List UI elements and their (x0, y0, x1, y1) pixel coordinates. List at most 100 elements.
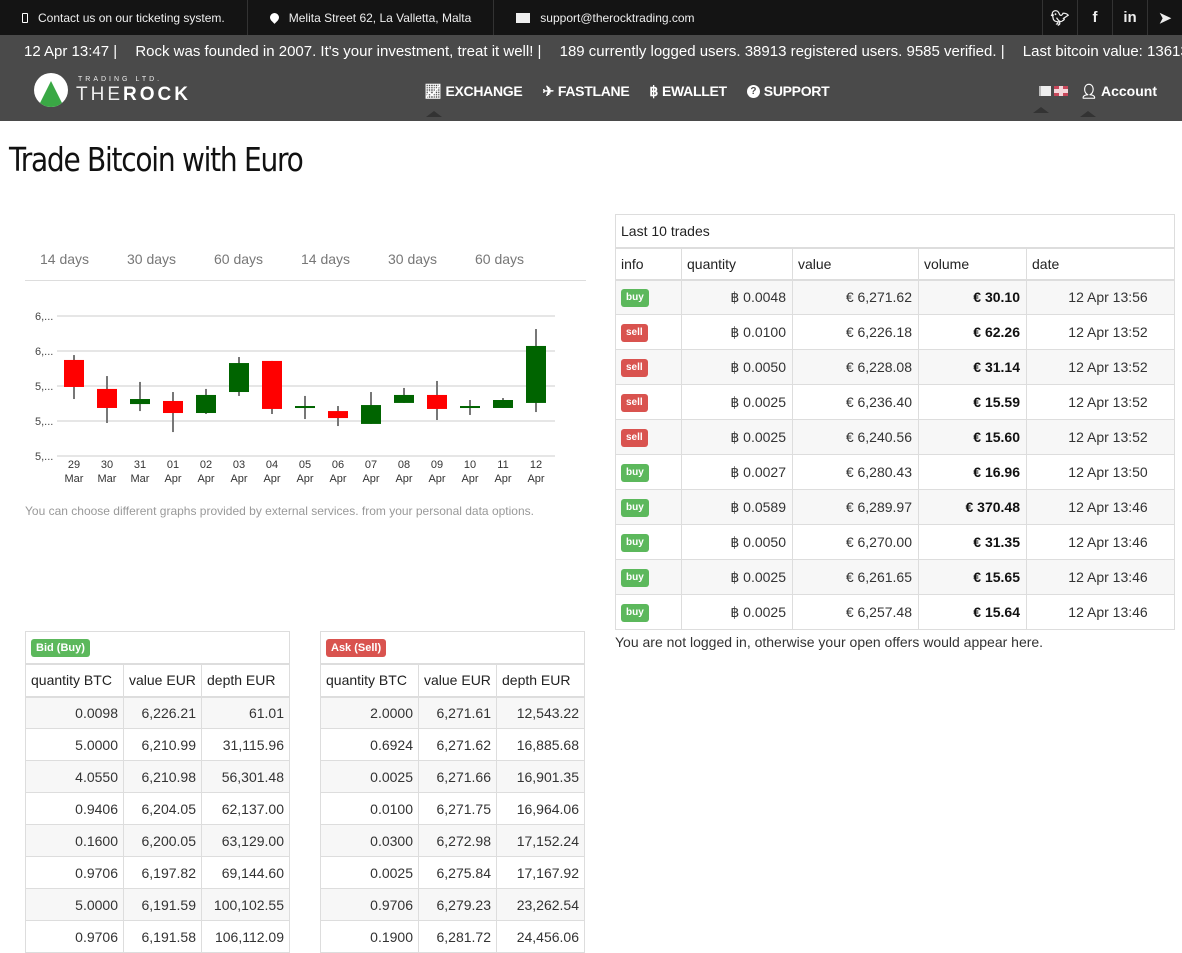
linkedin-icon[interactable]: in (1112, 0, 1147, 35)
trade-value: € 6,270.00 (792, 524, 919, 560)
address-item: Melita Street 62, La Valletta, Malta (248, 0, 495, 35)
ask-row[interactable]: 0.1900 6,281.72 24,456.06 (320, 920, 585, 953)
bid-row[interactable]: 0.1600 6,200.05 63,129.00 (25, 824, 290, 857)
mobile-icon (22, 12, 28, 23)
trade-quantity: ฿ 0.0027 (681, 454, 793, 490)
candle-body (262, 360, 282, 409)
x-tick-day: 12 (530, 459, 542, 471)
ask-row[interactable]: 0.0300 6,272.98 17,152.24 (320, 824, 585, 857)
trade-value: € 6,240.56 (792, 419, 919, 455)
twitter-icon[interactable]: 🐦︎ (1042, 0, 1077, 35)
facebook-icon[interactable]: f (1077, 0, 1112, 35)
trade-row: buy ฿ 0.0027 € 6,280.43 € 16.96 12 Apr 13:50 (615, 454, 1175, 490)
ask-row[interactable]: 0.0100 6,271.75 16,964.06 (320, 792, 585, 825)
ask-row[interactable]: 2.0000 6,271.61 12,543.22 (320, 696, 585, 729)
x-tick-day: 30 (101, 459, 113, 471)
main-navbar: TRADING LTD. THEROCK 📈︎ EXCHANGE ✈︎ FAST… (0, 68, 1182, 121)
trade-volume: € 15.65 (918, 559, 1027, 595)
candle-body (394, 394, 414, 403)
therock-logo[interactable]: TRADING LTD. THEROCK (34, 71, 188, 109)
bid-row[interactable]: 0.9406 6,204.05 62,137.00 (25, 792, 290, 825)
trade-quantity: ฿ 0.0050 (681, 524, 793, 560)
bid-row[interactable]: 0.9706 6,197.82 69,144.60 (25, 856, 290, 889)
ask-value: 6,271.66 (418, 760, 497, 793)
y-tick-label: 6,... (35, 346, 53, 358)
ask-quantity: 0.0300 (320, 824, 419, 857)
trade-date: 12 Apr 13:46 (1026, 594, 1175, 630)
tab-30-days-alt[interactable]: 30 days (373, 243, 459, 280)
ask-quantity: 0.0025 (320, 760, 419, 793)
ask-depth: 17,167.92 (496, 856, 585, 889)
contact-text[interactable]: Contact us on our ticketing system. (38, 11, 225, 25)
bid-quantity: 0.9706 (25, 856, 124, 889)
trade-type-badge: buy (621, 604, 649, 622)
line-chart-icon: 📈︎ (424, 82, 442, 99)
tab-60-days-alt[interactable]: 60 days (460, 243, 546, 280)
ask-depth: 16,901.35 (496, 760, 585, 793)
ask-row[interactable]: 0.6924 6,271.62 16,885.68 (320, 728, 585, 761)
x-tick-month: Apr (329, 473, 346, 485)
x-tick-month: Apr (527, 473, 544, 485)
tab-60-days[interactable]: 60 days (199, 243, 285, 280)
bid-row[interactable]: 5.0000 6,210.99 31,115.96 (25, 728, 290, 761)
y-tick-label: 5,... (35, 381, 53, 393)
ask-value: 6,275.84 (418, 856, 497, 889)
bid-row[interactable]: 0.9706 6,191.58 106,112.09 (25, 920, 290, 953)
bid-depth: 62,137.00 (201, 792, 290, 825)
last-trades-table: Last 10 trades info quantity value volum… (615, 214, 1175, 630)
x-tick-month: Apr (461, 473, 478, 485)
nav-fastlane[interactable]: ✈︎ FASTLANE (542, 83, 629, 100)
ticker-slogan: Rock was founded in 2007. It's your inve… (135, 43, 542, 60)
trade-volume: € 15.59 (918, 384, 1027, 420)
ask-row[interactable]: 0.9706 6,279.23 23,262.54 (320, 888, 585, 921)
x-tick-day: 31 (134, 459, 146, 471)
email-item[interactable]: support@therocktrading.com (494, 0, 716, 35)
telegram-icon[interactable]: ➤ (1147, 0, 1182, 35)
trade-type-badge: buy (621, 464, 649, 482)
language-selector[interactable] (1032, 86, 1068, 113)
bid-row[interactable]: 0.0098 6,226.21 61.01 (25, 696, 290, 729)
trade-date: 12 Apr 13:56 (1026, 279, 1175, 315)
ask-row[interactable]: 0.0025 6,275.84 17,167.92 (320, 856, 585, 889)
trade-volume: € 62.26 (918, 314, 1027, 350)
account-menu[interactable]: 👤︎ Account (1079, 82, 1157, 117)
x-tick-month: Apr (230, 473, 247, 485)
trade-row: buy ฿ 0.0050 € 6,270.00 € 31.35 12 Apr 13:46 (615, 524, 1175, 560)
x-tick-month: Apr (428, 473, 445, 485)
not-logged-message: You are not logged in, otherwise your op… (615, 634, 1044, 650)
bid-orderbook: Bid (Buy) quantity BTC value EUR depth E… (25, 631, 290, 953)
trade-type-badge: buy (621, 499, 649, 517)
ask-depth: 12,543.22 (496, 696, 585, 729)
bid-row[interactable]: 5.0000 6,191.59 100,102.55 (25, 888, 290, 921)
trade-row: buy ฿ 0.0589 € 6,289.97 € 370.48 12 Apr 13:4… (615, 489, 1175, 525)
trade-volume: € 370.48 (918, 489, 1027, 525)
trade-type-badge: sell (621, 359, 648, 377)
x-tick-month: Apr (197, 473, 214, 485)
email-link[interactable]: support@therocktrading.com (540, 11, 694, 25)
top-contact-bar: Contact us on our ticketing system. Meli… (0, 0, 1182, 35)
account-label: Account (1101, 82, 1157, 99)
bid-col-depth: depth EUR (201, 663, 290, 698)
bid-col-value: value EUR (123, 663, 202, 698)
address-text: Melita Street 62, La Valletta, Malta (288, 10, 472, 25)
x-tick-month: Apr (296, 473, 313, 485)
ask-row[interactable]: 0.0025 6,271.66 16,901.35 (320, 760, 585, 793)
x-tick-month: Mar (65, 473, 84, 485)
chart-period-tabs: 14 days 30 days 60 days 14 days 30 days … (25, 243, 586, 281)
nav-exchange[interactable]: 📈︎ EXCHANGE (424, 82, 523, 117)
tab-14-days[interactable]: 14 days (25, 243, 111, 280)
bid-quantity: 4.0550 (25, 760, 124, 793)
nav-ewallet[interactable]: ฿ EWALLET (649, 83, 727, 100)
trade-date: 12 Apr 13:52 (1026, 419, 1175, 455)
logo-wordmark: THEROCK (76, 84, 191, 105)
tab-14-days-alt[interactable]: 14 days (286, 243, 372, 280)
bid-row[interactable]: 4.0550 6,210.98 56,301.48 (25, 760, 290, 793)
trade-value: € 6,257.48 (792, 594, 919, 630)
trade-quantity: ฿ 0.0589 (681, 489, 793, 525)
nav-support[interactable]: ? SUPPORT (746, 83, 830, 99)
trade-value: € 6,261.65 (792, 559, 919, 595)
tab-30-days[interactable]: 30 days (112, 243, 198, 280)
candle-body (64, 359, 84, 387)
contact-item[interactable]: Contact us on our ticketing system. (0, 0, 248, 35)
col-date: date (1026, 247, 1175, 281)
